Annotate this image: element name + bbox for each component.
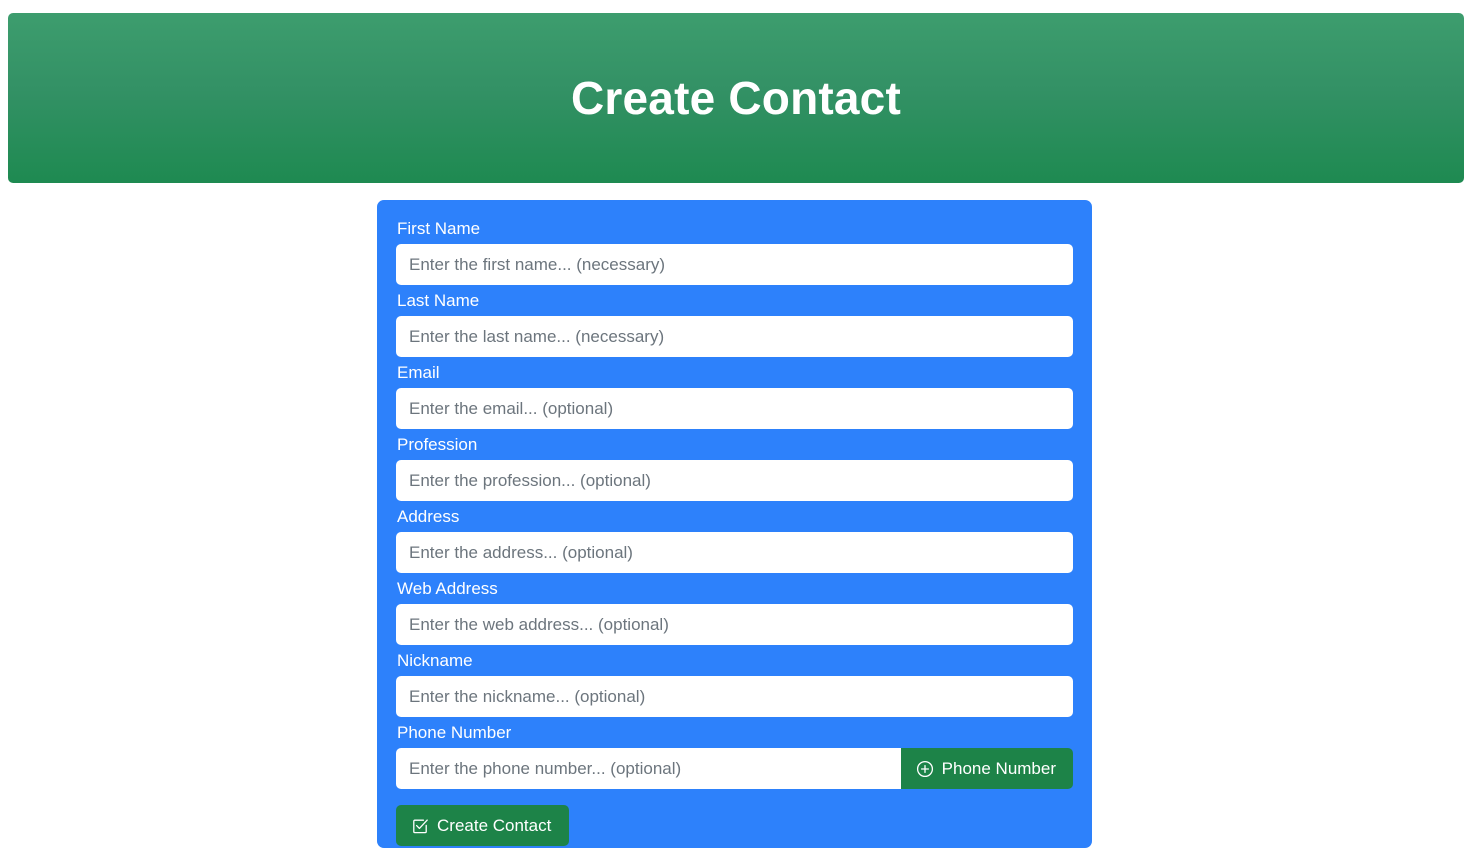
create-contact-button[interactable]: Create Contact: [396, 805, 570, 846]
field-profession: Profession: [396, 434, 1073, 501]
add-phone-number-button[interactable]: Phone Number: [900, 748, 1073, 789]
field-email: Email: [396, 362, 1073, 429]
field-first-name: First Name: [396, 218, 1073, 285]
check-square-icon: [411, 817, 429, 835]
field-label-web-address: Web Address: [397, 579, 498, 598]
field-web-address: Web Address: [396, 578, 1073, 645]
field-last-name: Last Name: [396, 290, 1073, 357]
email-input[interactable]: [396, 388, 1073, 429]
address-input[interactable]: [396, 532, 1073, 573]
field-label-first-name: First Name: [397, 219, 481, 238]
field-label-phone-number: Phone Number: [397, 723, 512, 742]
profession-input[interactable]: [396, 460, 1073, 501]
create-contact-page: Create Contact First Name Last Name Emai…: [0, 0, 1472, 853]
plus-circle-icon: [916, 760, 934, 778]
page-header-banner: Create Contact: [8, 13, 1464, 183]
phone-number-input[interactable]: [396, 748, 901, 789]
field-label-last-name: Last Name: [397, 291, 480, 310]
field-phone-number: Phone Number Phone Number: [396, 722, 1073, 789]
field-label-profession: Profession: [397, 435, 478, 454]
field-label-nickname: Nickname: [397, 651, 473, 670]
first-name-input[interactable]: [396, 244, 1073, 285]
nickname-input[interactable]: [396, 676, 1073, 717]
field-label-email: Email: [397, 363, 440, 382]
web-address-input[interactable]: [396, 604, 1073, 645]
create-contact-form: First Name Last Name Email Profession Ad…: [377, 200, 1092, 848]
add-phone-number-label: Phone Number: [941, 759, 1056, 778]
field-nickname: Nickname: [396, 650, 1073, 717]
phone-number-input-group: Phone Number: [396, 748, 1073, 789]
field-label-address: Address: [397, 507, 460, 526]
create-contact-button-label: Create Contact: [437, 816, 552, 835]
field-address: Address: [396, 506, 1073, 573]
last-name-input[interactable]: [396, 316, 1073, 357]
page-title: Create Contact: [571, 72, 901, 124]
